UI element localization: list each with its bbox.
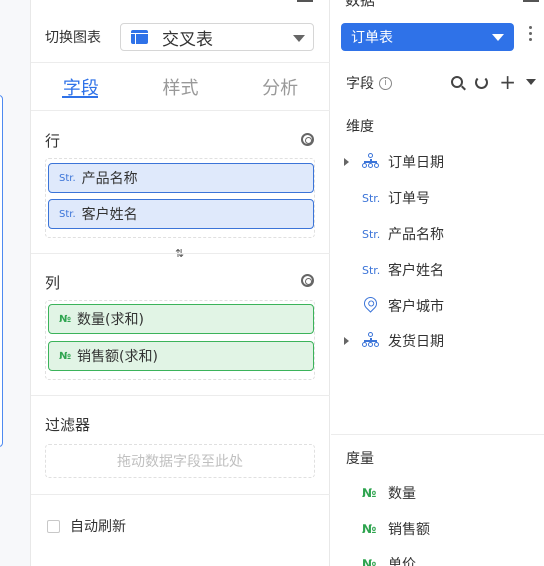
more-options-icon[interactable] [529, 26, 533, 44]
column-field-pill[interactable]: № 数量(求和) [48, 304, 314, 334]
auto-refresh-label: 自动刷新 [70, 519, 126, 535]
dataset-name: 订单表 [351, 30, 393, 46]
section-divider [31, 253, 330, 254]
section-divider [331, 434, 544, 435]
dimension-group-title: 维度 [346, 119, 374, 135]
fields-toolbar: + [451, 72, 536, 92]
string-type-icon: Str. [59, 208, 76, 220]
column-field-label: 数量(求和) [77, 312, 144, 328]
dataset-select[interactable]: 订单表 [341, 23, 514, 51]
auto-refresh-toggle[interactable]: 自动刷新 [47, 516, 126, 536]
row-field-pill[interactable]: Str. 客户姓名 [48, 199, 314, 229]
number-type-icon: № [59, 313, 72, 325]
field-label: 客户姓名 [388, 263, 444, 279]
section-divider [31, 494, 330, 495]
chart-type-value: 交叉表 [162, 29, 213, 50]
rows-settings-gear-icon[interactable] [301, 133, 314, 146]
auto-refresh-checkbox[interactable] [47, 519, 60, 533]
string-type-icon: Str. [362, 227, 381, 241]
row-field-pill[interactable]: Str. 产品名称 [48, 163, 314, 193]
expand-arrow-icon[interactable] [344, 158, 349, 166]
info-icon[interactable]: i [379, 76, 392, 90]
field-label: 客户城市 [388, 299, 444, 315]
column-field-label: 销售额(求和) [77, 349, 158, 365]
chevron-down-icon[interactable] [526, 79, 536, 85]
number-type-icon: № [362, 486, 377, 500]
tab-fields[interactable]: 字段 [31, 63, 131, 110]
expand-arrow-icon[interactable] [344, 337, 349, 345]
string-type-icon: Str. [362, 263, 381, 277]
tab-style[interactable]: 样式 [131, 63, 231, 110]
search-icon[interactable] [451, 76, 464, 88]
fields-header: 字段 i + [346, 72, 536, 94]
minimize-panel-button[interactable] [523, 0, 539, 2]
hierarchy-icon [362, 153, 380, 169]
data-panel: 数据 订单表 字段 i + 维度 订单日期 Str. 订单号 Str. 产品名称 [331, 0, 544, 566]
switch-chart-label: 切换图表 [45, 30, 101, 46]
minimize-panel-button[interactable] [297, 0, 313, 2]
field-label: 数量 [388, 486, 416, 502]
chevron-down-icon [492, 34, 504, 41]
canvas-frame [0, 95, 3, 447]
hierarchy-icon [362, 332, 380, 348]
string-type-icon: Str. [59, 172, 76, 184]
number-type-icon: № [362, 557, 377, 566]
number-type-icon: № [362, 522, 377, 536]
tab-analysis[interactable]: 分析 [230, 63, 330, 110]
measure-group-title: 度量 [346, 451, 374, 467]
fields-label: 字段 [346, 76, 374, 92]
field-label: 订单日期 [388, 155, 444, 171]
columns-settings-gear-icon[interactable] [301, 274, 314, 287]
field-label: 单价 [388, 557, 416, 566]
chevron-down-icon [293, 35, 305, 42]
filter-dropzone[interactable]: 拖动数据字段至此处 [45, 444, 315, 478]
field-config-panel: 切换图表 交叉表 字段 样式 分析 行 Str. 产品名称 Str. 客户姓名 … [31, 0, 330, 566]
section-divider [31, 395, 330, 396]
location-pin-icon [361, 294, 380, 313]
chart-type-select[interactable]: 交叉表 [120, 23, 314, 51]
add-icon[interactable]: + [499, 72, 516, 92]
rows-dropzone[interactable]: Str. 产品名称 Str. 客户姓名 [45, 158, 315, 238]
refresh-icon[interactable] [475, 75, 489, 89]
columns-section-title: 列 [45, 274, 61, 292]
table-icon [131, 30, 148, 44]
column-field-pill[interactable]: № 销售额(求和) [48, 341, 314, 371]
switch-chart-row: 切换图表 交叉表 [45, 23, 314, 51]
config-tabs: 字段 样式 分析 [31, 62, 330, 111]
columns-dropzone[interactable]: № 数量(求和) № 销售额(求和) [45, 300, 315, 380]
data-panel-title: 数据 [345, 0, 376, 9]
field-label: 产品名称 [388, 227, 444, 243]
left-canvas-strip [0, 0, 31, 566]
filter-section-title: 过滤器 [45, 416, 91, 434]
number-type-icon: № [59, 350, 72, 362]
row-field-label: 客户姓名 [81, 207, 138, 223]
field-label: 订单号 [388, 191, 430, 207]
field-label: 销售额 [388, 522, 430, 538]
rows-section-title: 行 [45, 132, 61, 150]
row-field-label: 产品名称 [81, 171, 138, 187]
field-label: 发货日期 [388, 334, 444, 350]
string-type-icon: Str. [362, 191, 381, 205]
